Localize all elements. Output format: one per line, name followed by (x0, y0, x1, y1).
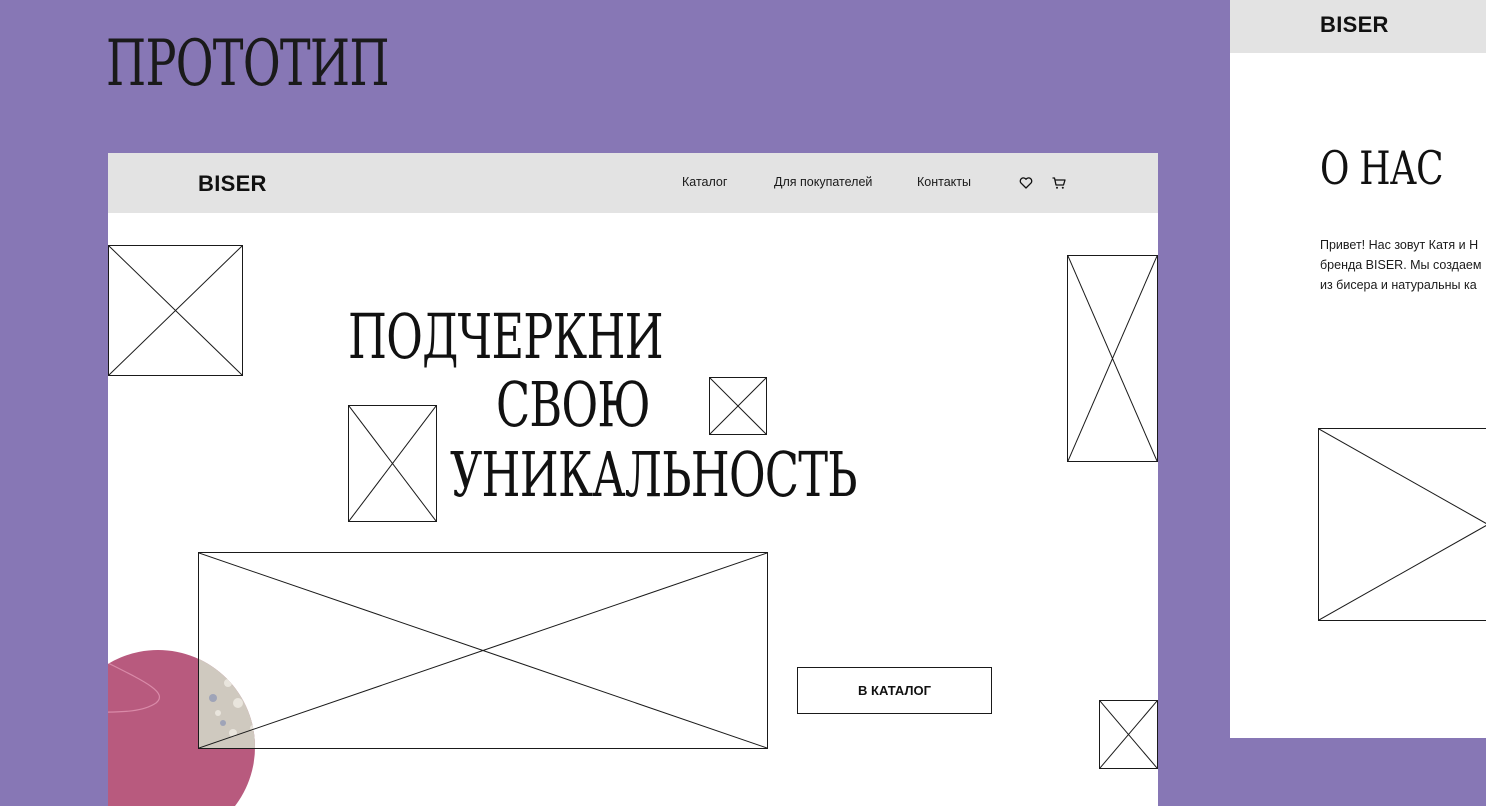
image-placeholder (108, 245, 243, 376)
image-placeholder (1099, 700, 1158, 769)
image-placeholder (1318, 428, 1486, 621)
image-placeholder (1067, 255, 1158, 462)
heart-icon[interactable] (1018, 175, 1034, 191)
page-heading: ПРОТОТИП (106, 27, 390, 101)
logo[interactable]: BISER (198, 171, 267, 197)
about-text: Привет! Нас зовут Катя и Н бренда BISER.… (1320, 235, 1486, 295)
logo[interactable]: BISER (1320, 12, 1389, 38)
image-placeholder (348, 405, 437, 522)
image-placeholder-large (198, 552, 768, 749)
about-text-line: из бисера и натуральны ка (1320, 278, 1477, 292)
about-page-frame: BISER О НАС Привет! Нас зовут Катя и Н б… (1230, 0, 1486, 738)
hero-headline-line-2: СВОЮ (496, 368, 651, 441)
about-text-line: бренда BISER. Мы создаем (1320, 258, 1482, 272)
nav-link-catalog[interactable]: Каталог (682, 175, 727, 189)
hero-headline-line-3: УНИКАЛЬНОСТЬ (450, 438, 857, 511)
about-title: О НАС (1320, 141, 1444, 195)
header-bar: BISER Каталог Для покупателей Контакты (108, 153, 1158, 213)
about-text-line: Привет! Нас зовут Катя и Н (1320, 238, 1479, 252)
nav-link-contacts[interactable]: Контакты (917, 175, 971, 189)
cart-icon[interactable] (1051, 175, 1067, 191)
nav-link-customers[interactable]: Для покупателей (774, 175, 872, 189)
image-placeholder (709, 377, 767, 435)
header-bar: BISER (1230, 0, 1486, 53)
hero-headline-line-1: ПОДЧЕРКНИ (348, 300, 664, 373)
main-page-frame: BISER Каталог Для покупателей Контакты П… (108, 153, 1158, 806)
catalog-cta-button[interactable]: В КАТАЛОГ (797, 667, 992, 714)
